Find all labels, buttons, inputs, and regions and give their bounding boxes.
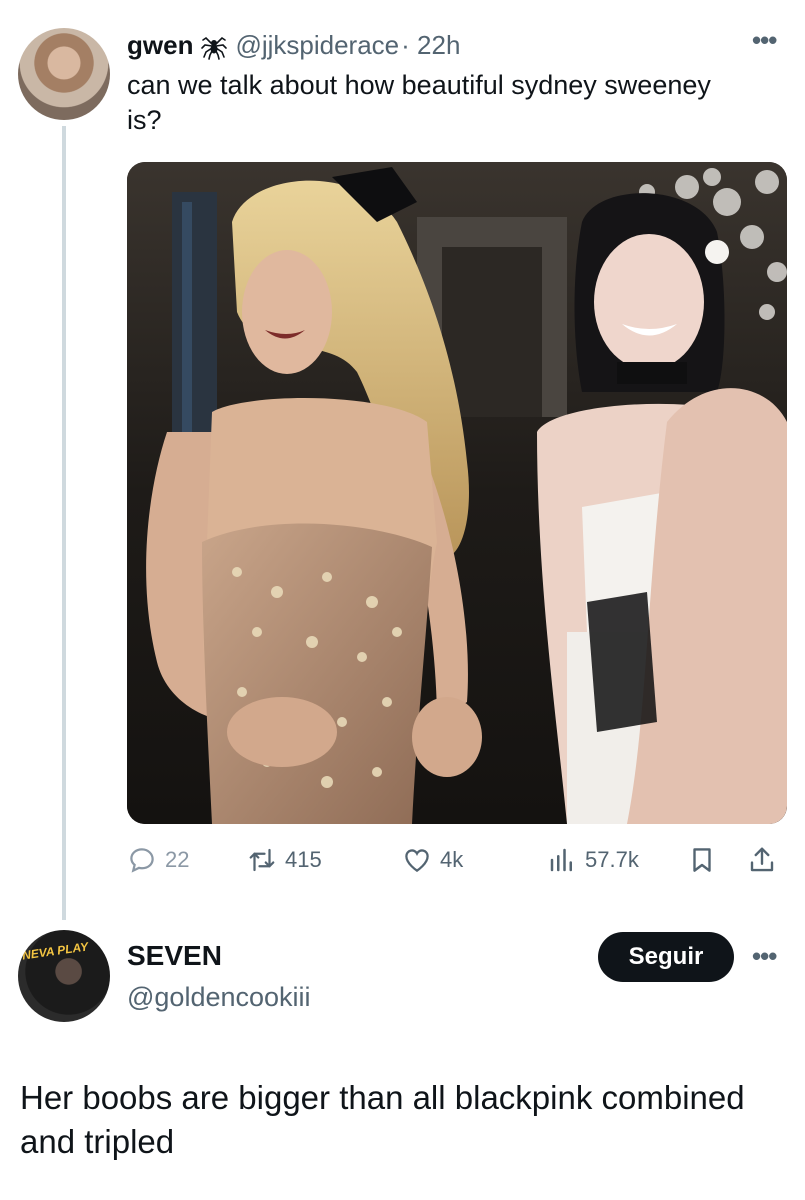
like-button[interactable]: 4k xyxy=(402,838,463,882)
tweet-header: gwen @jjkspiderace · 22h xyxy=(127,28,460,62)
share-icon xyxy=(750,847,774,872)
reply-text: Her boobs are bigger than all blackpink … xyxy=(20,1079,745,1160)
reply-author-name[interactable]: SEVEN xyxy=(127,940,222,972)
reply-button[interactable]: 22 xyxy=(127,838,189,882)
views-button[interactable]: 57.7k xyxy=(547,838,639,882)
follow-button[interactable]: Seguir xyxy=(598,932,734,982)
retweet-button[interactable]: 415 xyxy=(247,838,322,882)
bookmark-icon xyxy=(693,848,711,872)
avatar-gwen[interactable] xyxy=(18,28,110,120)
thread-line xyxy=(62,126,66,920)
comment-icon xyxy=(130,848,154,873)
reply-count: 22 xyxy=(165,847,190,872)
reply-author-handle[interactable]: @goldencookiii xyxy=(127,982,311,1013)
author-handle[interactable]: @jjkspiderace xyxy=(235,30,399,61)
like-count: 4k xyxy=(440,847,464,872)
tweet-time[interactable]: · 22h xyxy=(401,30,460,61)
tweet-actions: 22 415 4k 57.7k xyxy=(127,838,787,882)
avatar-badge: NEVA PLAY xyxy=(21,939,90,963)
heart-icon xyxy=(405,849,429,872)
views-count: 57.7k xyxy=(585,847,639,872)
retweet-icon xyxy=(249,848,275,872)
tweet-text: can we talk about how beautiful sydney s… xyxy=(127,70,711,135)
spider-icon xyxy=(201,36,228,60)
share-button[interactable] xyxy=(747,838,777,882)
author-name[interactable]: gwen xyxy=(127,30,193,61)
more-icon[interactable]: ••• xyxy=(752,27,777,53)
retweet-count: 415 xyxy=(285,847,322,872)
avatar-seven[interactable]: NEVA PLAY xyxy=(18,930,110,1022)
tweet-photo[interactable] xyxy=(127,162,787,824)
more-icon[interactable]: ••• xyxy=(752,943,777,969)
bookmark-button[interactable] xyxy=(687,838,717,882)
views-icon xyxy=(550,848,572,872)
